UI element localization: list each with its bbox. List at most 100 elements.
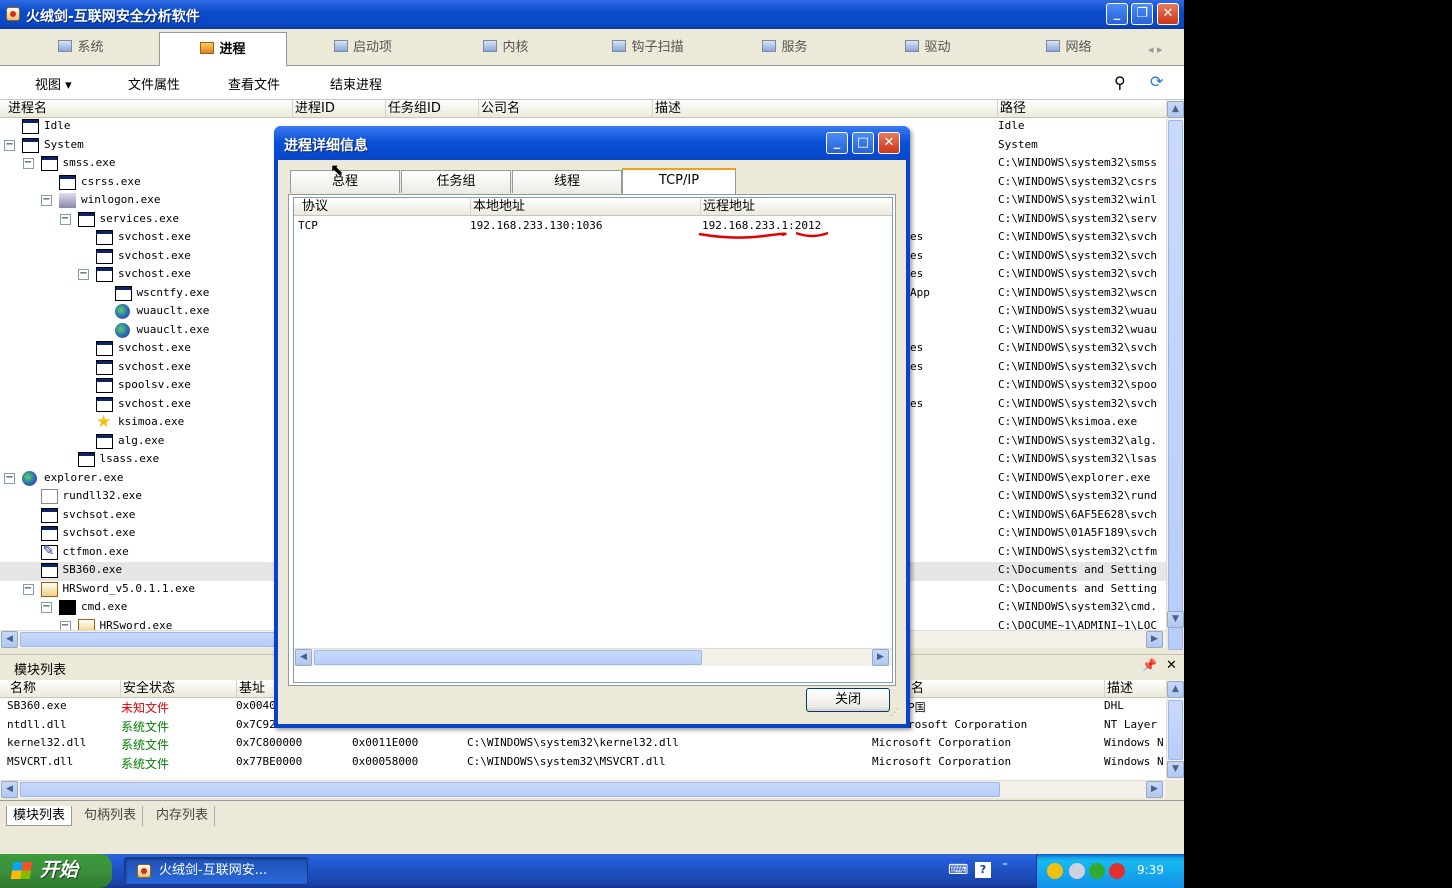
dialog-minimize-button[interactable]: _ bbox=[826, 132, 848, 154]
tab-startup[interactable]: 启动项 bbox=[300, 31, 426, 66]
help-icon[interactable]: ? bbox=[975, 862, 991, 878]
dialog-tab-tcpip[interactable]: TCP/IP bbox=[622, 168, 736, 195]
pin-icon[interactable]: 📌 bbox=[1142, 658, 1157, 672]
scroll-left-button[interactable]: ◀ bbox=[1, 631, 18, 648]
scroll-thumb[interactable] bbox=[1168, 120, 1183, 650]
tab-services[interactable]: 服务 bbox=[722, 31, 848, 66]
col-security-status[interactable]: 安全状态 bbox=[120, 680, 175, 698]
dialog-tab-taskgroup[interactable]: 任务组 bbox=[401, 170, 511, 193]
tree-expander[interactable]: − bbox=[41, 602, 52, 613]
tree-expander[interactable]: − bbox=[59, 620, 71, 630]
tab-network[interactable]: 网络 bbox=[1006, 31, 1132, 66]
view-file-button[interactable]: 查看文件 bbox=[228, 74, 280, 93]
col-pid[interactable]: 进程ID bbox=[292, 100, 335, 118]
tree-expander[interactable]: − bbox=[41, 195, 52, 206]
tab-system[interactable]: 系统 bbox=[18, 31, 144, 66]
col-company[interactable]: 公司名 bbox=[478, 100, 520, 118]
keyboard-icon[interactable]: ⌨ bbox=[948, 862, 968, 878]
dialog-close-x-button[interactable]: ✕ bbox=[878, 132, 900, 154]
process-path: C:\WINDOWS\system32\winl bbox=[998, 193, 1157, 206]
start-label: 开始 bbox=[40, 859, 79, 881]
tab-module-list[interactable]: 模块列表 bbox=[6, 806, 73, 826]
refresh-icon[interactable]: ⟳ bbox=[1150, 72, 1163, 91]
connection-list[interactable]: 协议 本地地址 远程地址 TCP 192.168.233.130:1036 19… bbox=[293, 197, 893, 683]
scroll-right-button[interactable]: ▶ bbox=[1146, 631, 1163, 648]
tab-scroll-arrows[interactable]: ◂ ▸ bbox=[1148, 43, 1163, 56]
scroll-thumb[interactable] bbox=[20, 632, 280, 647]
scroll-right-button[interactable]: ▶ bbox=[1146, 781, 1163, 798]
end-process-button[interactable]: 结束进程 bbox=[330, 74, 382, 93]
dialog-tab-general[interactable]: 总程 bbox=[290, 170, 400, 193]
tree-expander[interactable]: − bbox=[59, 213, 71, 225]
globe-icon bbox=[114, 304, 130, 319]
taskbar-item-hrsword[interactable]: 火绒剑-互联网安... bbox=[124, 857, 308, 885]
security-tray-icon[interactable] bbox=[1089, 863, 1105, 879]
connection-hscrollbar[interactable]: ◀ ▶ bbox=[294, 648, 892, 666]
tab-memory-list[interactable]: 内存列表 bbox=[150, 806, 216, 826]
tree-expander[interactable]: − bbox=[4, 139, 15, 151]
col-protocol[interactable]: 协议 bbox=[300, 198, 328, 216]
scroll-up-button[interactable]: ▲ bbox=[1167, 681, 1184, 698]
tab-hook-scan[interactable]: 钩子扫描 bbox=[585, 31, 711, 66]
col-base-address[interactable]: 基址 bbox=[236, 680, 265, 698]
network-icon bbox=[1046, 40, 1061, 52]
tab-process[interactable]: 进程 bbox=[159, 32, 287, 67]
col-local-address[interactable]: 本地地址 bbox=[470, 198, 525, 216]
module-desc: NT Layer bbox=[1104, 717, 1157, 731]
scroll-down-button[interactable]: ▼ bbox=[1167, 611, 1184, 628]
shield-icon[interactable] bbox=[1047, 863, 1063, 879]
module-row[interactable]: kernel32.dll 系统文件 0x7C800000 0x0011E000 C:\W… bbox=[0, 735, 1166, 754]
process-path: C:\WINDOWS\system32\svch bbox=[998, 396, 1157, 410]
scroll-right-button[interactable]: ▶ bbox=[872, 649, 889, 666]
module-row[interactable]: MSVCRT.dll 系统文件 0x77BE0000 0x00058000 C:\WIN… bbox=[0, 754, 1166, 773]
col-process-name[interactable]: 进程名 bbox=[6, 100, 47, 118]
close-panel-icon[interactable]: ✕ bbox=[1166, 658, 1177, 673]
col-taskgroup-id[interactable]: 任务组ID bbox=[385, 100, 441, 118]
dialog-tab-threads[interactable]: 线程 bbox=[512, 170, 622, 193]
scroll-left-button[interactable]: ◀ bbox=[1, 781, 18, 798]
restore-button[interactable]: ❐ bbox=[1131, 3, 1153, 25]
dialog-close-button[interactable]: 关闭 bbox=[806, 688, 890, 712]
tree-expander[interactable]: − bbox=[22, 583, 34, 595]
tab-drivers[interactable]: 驱动 bbox=[865, 31, 991, 66]
network-tray-icon[interactable] bbox=[1069, 863, 1085, 879]
col-path[interactable]: 路径 bbox=[997, 100, 1026, 118]
minimize-button[interactable]: _ bbox=[1106, 3, 1128, 25]
col-signer[interactable]: 名 bbox=[908, 680, 924, 698]
close-button[interactable]: ✕ bbox=[1157, 3, 1179, 25]
file-properties-button[interactable]: 文件属性 bbox=[128, 74, 180, 93]
scroll-left-button[interactable]: ◀ bbox=[295, 649, 312, 666]
service-icon bbox=[762, 40, 777, 52]
scroll-thumb[interactable] bbox=[20, 782, 1000, 797]
col-module-desc[interactable]: 描述 bbox=[1104, 680, 1133, 698]
system-icon bbox=[58, 40, 73, 52]
tab-kernel[interactable]: 内核 bbox=[443, 31, 569, 66]
resize-grip-icon[interactable]: ⋰ bbox=[890, 708, 899, 718]
start-button[interactable]: 开始 bbox=[0, 854, 112, 888]
dialog-maximize-button[interactable]: □ bbox=[852, 132, 874, 154]
alert-tray-icon[interactable] bbox=[1109, 863, 1125, 879]
tree-expander[interactable]: − bbox=[78, 269, 89, 280]
tree-expander[interactable]: − bbox=[4, 472, 15, 484]
module-vscrollbar[interactable]: ▲ ▼ bbox=[1166, 680, 1184, 780]
view-menu-button[interactable]: 视图 ▾ bbox=[35, 74, 72, 93]
scroll-up-button[interactable]: ▲ bbox=[1167, 101, 1184, 118]
dialog-titlebar[interactable]: 进程详细信息 _ □ ✕ bbox=[274, 126, 910, 160]
scroll-thumb[interactable] bbox=[1168, 700, 1183, 760]
module-hscrollbar[interactable]: ◀ ▶ bbox=[0, 780, 1166, 798]
binoculars-icon[interactable]: ⚲ bbox=[1114, 73, 1126, 92]
scroll-down-button[interactable]: ▼ bbox=[1167, 761, 1184, 778]
window-titlebar[interactable]: 火绒剑-互联网安全分析软件 _ ❐ ✕ bbox=[0, 0, 1184, 29]
col-module-name[interactable]: 名称 bbox=[8, 680, 36, 698]
process-name: wuauclt.exe bbox=[136, 304, 210, 317]
module-base: 0x0040 bbox=[236, 699, 276, 712]
scroll-thumb[interactable] bbox=[314, 650, 702, 665]
col-description[interactable]: 描述 bbox=[652, 100, 681, 118]
col-remote-address[interactable]: 远程地址 bbox=[700, 198, 755, 216]
clock[interactable]: 9:39 bbox=[1137, 863, 1164, 877]
tab-label: 网络 bbox=[1065, 40, 1092, 55]
process-vscrollbar[interactable]: ▲ ▼ bbox=[1166, 100, 1184, 650]
tab-handle-list[interactable]: 句柄列表 bbox=[78, 806, 144, 826]
ime-icon[interactable]: ⁼ bbox=[1002, 859, 1008, 872]
tree-expander[interactable]: − bbox=[22, 158, 34, 169]
